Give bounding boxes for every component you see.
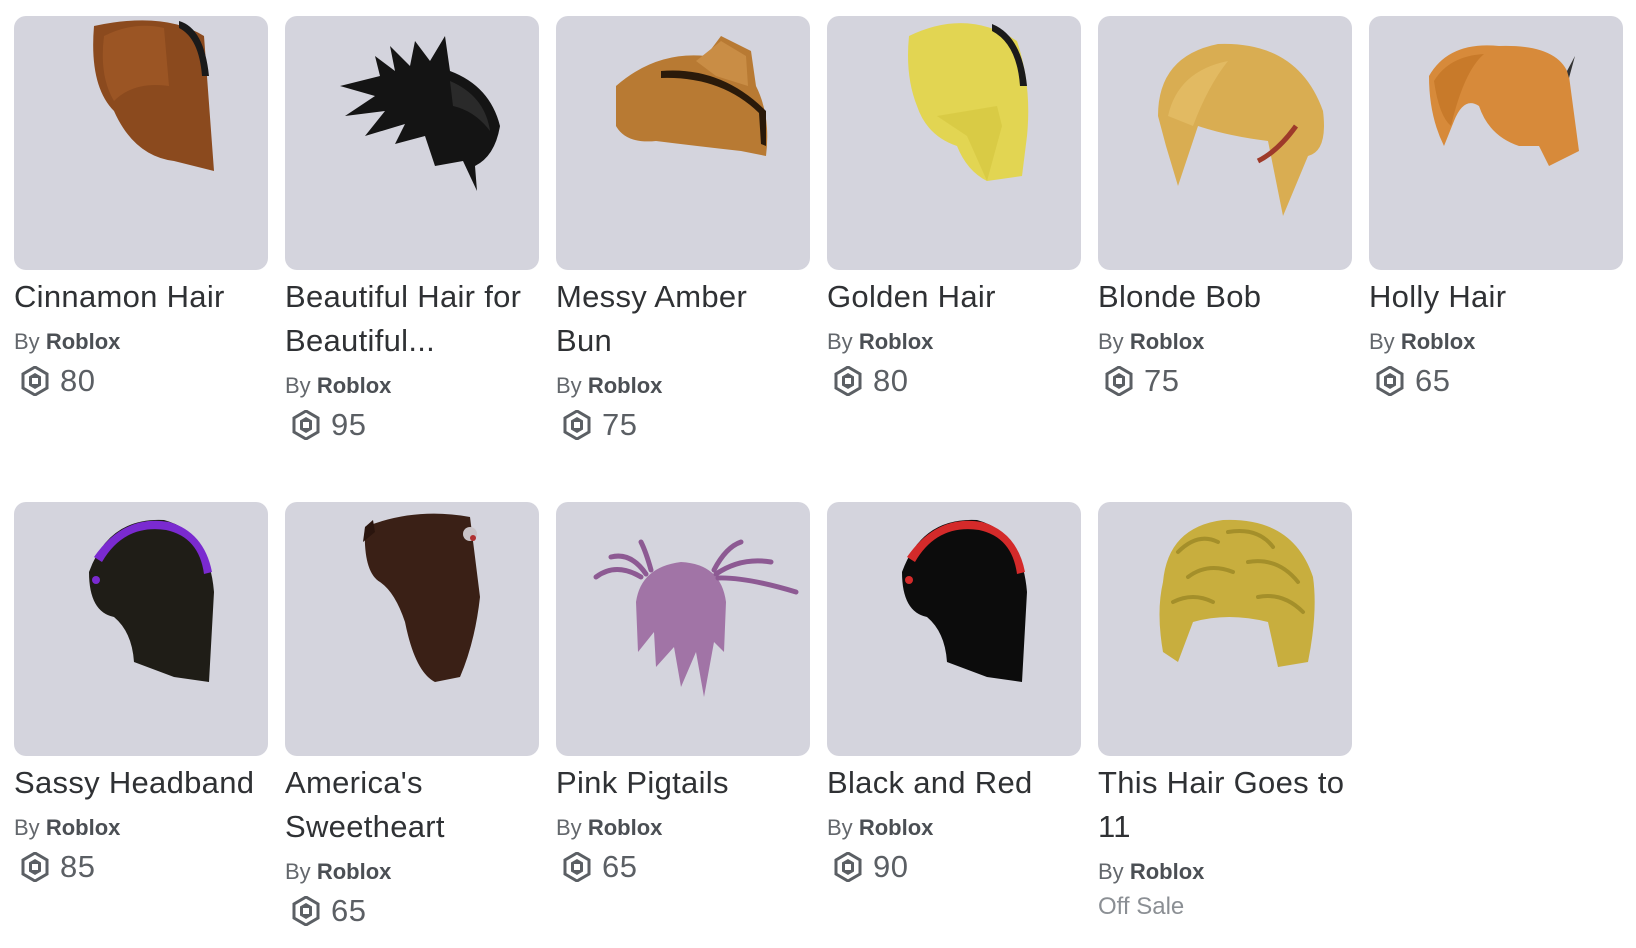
hair-image <box>1159 519 1315 667</box>
catalog-item-card[interactable]: This Hair Goes to 11 By Roblox Off Sale <box>1098 502 1352 942</box>
hair-image <box>616 36 768 156</box>
hair-image <box>902 519 1027 682</box>
item-thumbnail[interactable] <box>14 502 268 756</box>
off-sale-label: Off Sale <box>1098 893 1185 920</box>
catalog-item-card[interactable]: Golden Hair By Roblox 80 <box>827 16 1081 502</box>
hair-image <box>340 36 500 191</box>
item-name[interactable]: Black and Red <box>827 761 1081 805</box>
item-thumbnail[interactable] <box>827 16 1081 270</box>
price-amount: 75 <box>602 407 638 442</box>
item-creator: By Roblox <box>827 329 934 354</box>
item-name[interactable]: This Hair Goes to 11 <box>1098 761 1352 849</box>
price-amount: 80 <box>873 363 909 398</box>
price-amount: 75 <box>1144 363 1180 398</box>
item-creator: By Roblox <box>285 859 392 884</box>
creator-link[interactable]: Roblox <box>317 859 392 884</box>
item-price: 80 <box>827 361 1081 401</box>
item-name[interactable]: America's Sweetheart <box>285 761 539 849</box>
catalog-grid: Cinnamon Hair By Roblox 80 Beautiful Hai… <box>14 16 1623 502</box>
hair-image <box>1429 45 1579 166</box>
item-creator: By Roblox <box>1098 329 1205 354</box>
creator-link[interactable]: Roblox <box>588 815 663 840</box>
price-amount: 85 <box>60 849 96 884</box>
item-price: 85 <box>14 847 268 887</box>
catalog-item-card[interactable]: America's Sweetheart By Roblox 65 <box>285 502 539 942</box>
item-creator: By Roblox <box>556 373 663 398</box>
creator-link[interactable]: Roblox <box>1130 329 1205 354</box>
catalog-item-card[interactable]: Holly Hair By Roblox 65 <box>1369 16 1623 502</box>
item-name[interactable]: Pink Pigtails <box>556 761 810 805</box>
item-price: 65 <box>1369 361 1623 401</box>
item-thumbnail[interactable] <box>1098 16 1352 270</box>
item-creator: By Roblox <box>14 815 121 840</box>
item-thumbnail[interactable] <box>1369 16 1623 270</box>
item-name[interactable]: Holly Hair <box>1369 275 1623 319</box>
catalog-item-card[interactable]: Cinnamon Hair By Roblox 80 <box>14 16 268 502</box>
robux-icon <box>563 852 591 882</box>
price-amount: 95 <box>331 407 367 442</box>
item-name[interactable]: Cinnamon Hair <box>14 275 268 319</box>
item-thumbnail[interactable] <box>285 502 539 756</box>
catalog-item-card[interactable]: Black and Red By Roblox 90 <box>827 502 1081 942</box>
hair-image <box>89 519 214 682</box>
item-thumbnail[interactable] <box>14 16 268 270</box>
item-price: 90 <box>827 847 1081 887</box>
robux-icon <box>292 410 320 440</box>
creator-link[interactable]: Roblox <box>588 373 663 398</box>
price-amount: 90 <box>873 849 909 884</box>
catalog-item-card[interactable]: Beautiful Hair for Beautiful... By Roblo… <box>285 16 539 502</box>
item-thumbnail[interactable] <box>556 16 810 270</box>
item-thumbnail[interactable] <box>827 502 1081 756</box>
robux-icon <box>834 366 862 396</box>
price-amount: 65 <box>331 893 367 928</box>
item-creator: By Roblox <box>556 815 663 840</box>
item-price: 80 <box>14 361 268 401</box>
item-name[interactable]: Messy Amber Bun <box>556 275 810 363</box>
catalog-item-card[interactable]: Blonde Bob By Roblox 75 <box>1098 16 1352 502</box>
robux-icon <box>1376 366 1404 396</box>
creator-link[interactable]: Roblox <box>46 815 121 840</box>
item-creator: By Roblox <box>1098 859 1205 884</box>
item-name[interactable]: Sassy Headband <box>14 761 268 805</box>
item-creator: By Roblox <box>1369 329 1476 354</box>
item-name[interactable]: Golden Hair <box>827 275 1081 319</box>
creator-link[interactable]: Roblox <box>859 329 934 354</box>
item-creator: By Roblox <box>14 329 121 354</box>
price-amount: 65 <box>602 849 638 884</box>
item-thumbnail[interactable] <box>1098 502 1352 756</box>
hair-image <box>908 23 1029 182</box>
item-thumbnail[interactable] <box>285 16 539 270</box>
catalog-item-card[interactable]: Pink Pigtails By Roblox 65 <box>556 502 810 942</box>
item-price: 75 <box>556 405 810 445</box>
hair-image <box>593 539 799 697</box>
catalog-grid-row-2: Sassy Headband By Roblox 85 America's Sw… <box>14 502 1623 942</box>
robux-icon <box>21 852 49 882</box>
creator-link[interactable]: Roblox <box>46 329 121 354</box>
catalog-item-card[interactable]: Messy Amber Bun By Roblox 75 <box>556 16 810 502</box>
robux-icon <box>292 896 320 926</box>
catalog-item-card[interactable]: Sassy Headband By Roblox 85 <box>14 502 268 942</box>
item-creator: By Roblox <box>285 373 392 398</box>
item-creator: By Roblox <box>827 815 934 840</box>
item-name[interactable]: Blonde Bob <box>1098 275 1352 319</box>
robux-icon <box>1105 366 1133 396</box>
creator-link[interactable]: Roblox <box>1130 859 1205 884</box>
creator-link[interactable]: Roblox <box>317 373 392 398</box>
creator-link[interactable]: Roblox <box>1401 329 1476 354</box>
robux-icon <box>834 852 862 882</box>
hair-image <box>93 20 214 171</box>
item-thumbnail[interactable] <box>556 502 810 756</box>
price-amount: 65 <box>1415 363 1451 398</box>
item-price: 95 <box>285 405 539 445</box>
hair-image <box>363 513 480 682</box>
item-price: 65 <box>556 847 810 887</box>
robux-icon <box>21 366 49 396</box>
price-amount: 80 <box>60 363 96 398</box>
item-price: 65 <box>285 891 539 931</box>
hair-image <box>1158 43 1324 217</box>
robux-icon <box>563 410 591 440</box>
item-price: 75 <box>1098 361 1352 401</box>
creator-link[interactable]: Roblox <box>859 815 934 840</box>
item-name[interactable]: Beautiful Hair for Beautiful... <box>285 275 539 363</box>
